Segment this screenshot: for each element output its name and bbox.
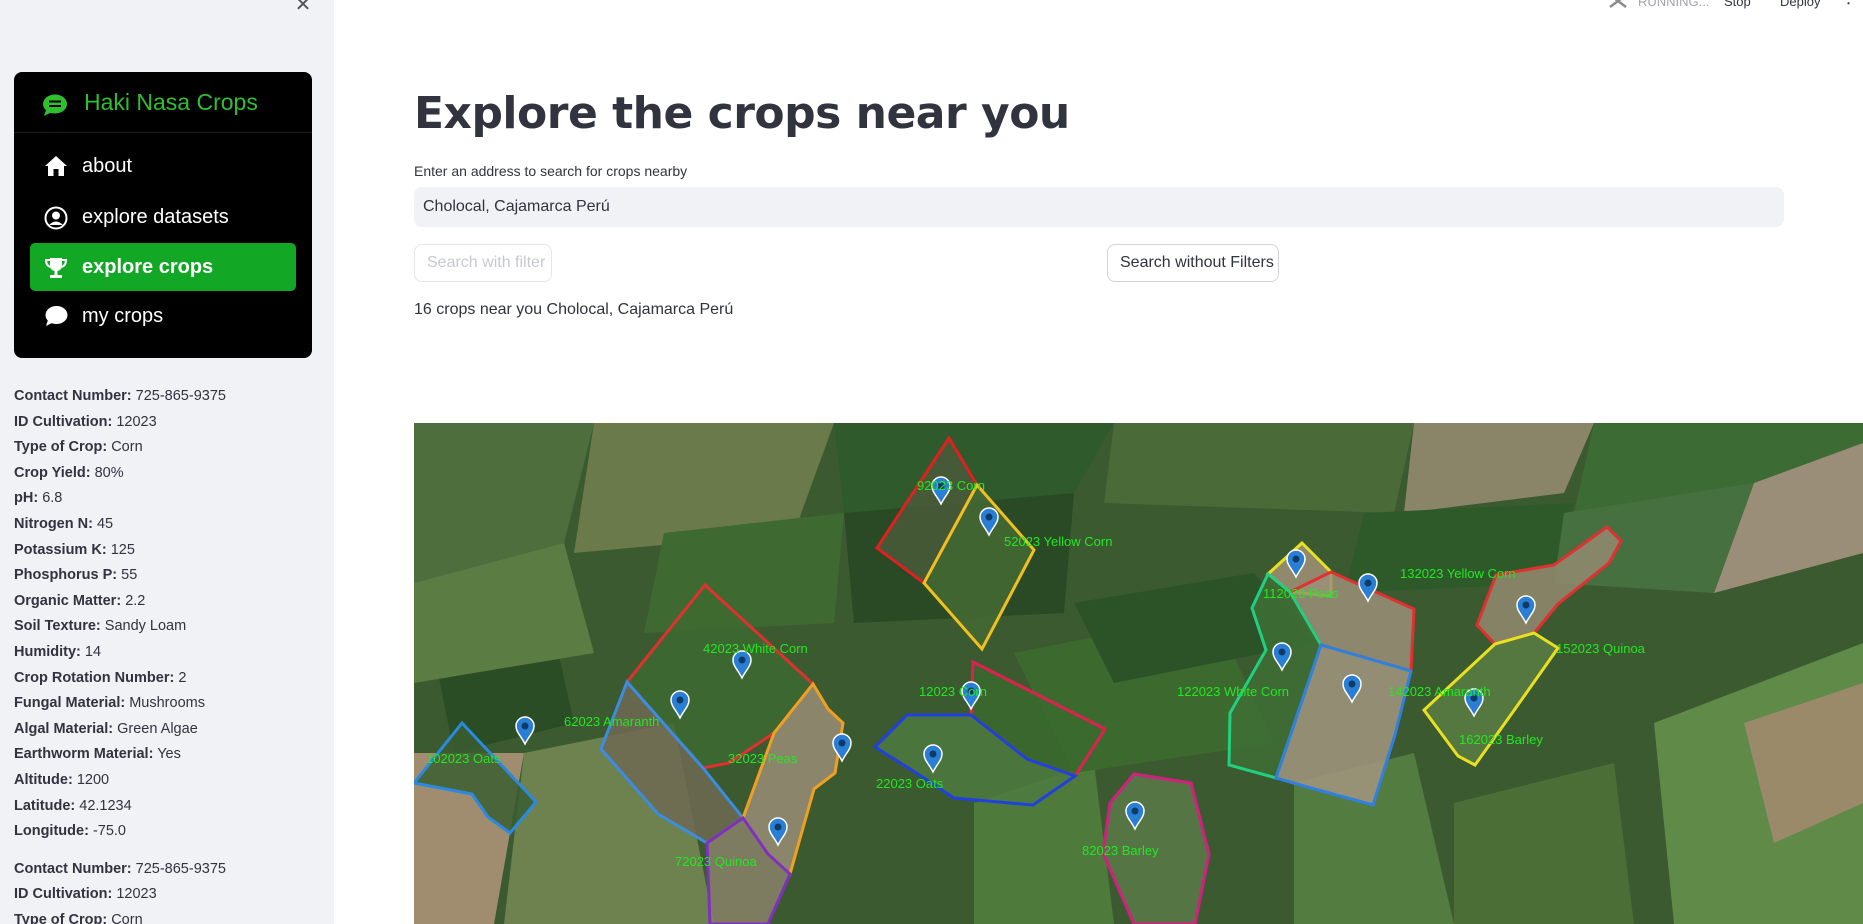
detail-ph: pH: 6.8	[14, 490, 63, 507]
map-marker-dot	[1348, 680, 1356, 688]
menu-header: Haki Nasa Crops	[14, 72, 312, 133]
results-count: 16 crops near you Cholocal, Cajamarca Pe…	[414, 301, 734, 318]
plot-label: 12023 Corn	[919, 684, 987, 699]
crop-details: Contact Number: 725-865-9375 ID Cultivat…	[14, 384, 314, 924]
chat-dots-icon	[42, 94, 68, 120]
address-input[interactable]	[414, 187, 1784, 227]
plot-label: 162023 Barley	[1459, 732, 1543, 747]
plot-label: 142023 Amaranth	[1388, 684, 1491, 699]
plot-label: 22023 Oats	[876, 776, 944, 791]
plot-label: 32023 Peas	[728, 751, 798, 766]
detail-contact-number: Contact Number: 725-865-9375	[14, 388, 226, 404]
map-marker-dot	[1292, 555, 1300, 563]
detail-latitude: Latitude: 42.1234	[14, 797, 132, 814]
detail-id-cultivation: ID Cultivation: 12023	[14, 413, 157, 430]
plot-label: 72023 Quinoa	[675, 854, 757, 869]
chat-icon	[44, 305, 68, 331]
map-marker-dot	[929, 750, 937, 758]
detail-nitrogen: Nitrogen N: 45	[14, 515, 114, 532]
plot-label: 132023 Yellow Corn	[1400, 566, 1516, 581]
sidebar-item-label: explore datasets	[82, 206, 229, 228]
map-marker-dot	[676, 696, 684, 704]
more-vertical-icon[interactable]: ⋮	[1842, 0, 1855, 7]
crop-map[interactable]: 92023 Corn 52023 Yellow Corn 42023 White C…	[414, 423, 1863, 924]
map-marker-dot	[1131, 807, 1139, 815]
satellite-map[interactable]: 92023 Corn 52023 Yellow Corn 42023 White C…	[414, 423, 1863, 924]
plot-label: 62023 Amaranth	[564, 714, 659, 729]
detail-potassium: Potassium K: 125	[14, 541, 135, 558]
crop-record: Contact Number: 725-865-9375 ID Cultivat…	[14, 384, 314, 845]
sidebar: ✕ Haki Nasa Crops about explore datasets…	[0, 0, 334, 924]
running-status: RUNNING...	[1638, 0, 1710, 9]
house-icon	[44, 155, 68, 181]
map-marker-dot	[738, 656, 746, 664]
plot-label: 122023 White Corn	[1177, 684, 1289, 699]
sidebar-item-my-crops[interactable]: my crops	[30, 292, 296, 340]
page-title: Explore the crops near you	[414, 88, 1070, 139]
detail-organic-matter: Organic Matter: 2.2	[14, 592, 146, 609]
detail-soil-texture: Soil Texture: Sandy Loam	[14, 618, 187, 635]
detail-humidity: Humidity: 14	[14, 643, 102, 660]
menu-title: Haki Nasa Crops	[84, 89, 258, 115]
sidebar-item-explore-crops[interactable]: explore crops	[30, 243, 296, 291]
search-without-filters-button[interactable]: Search without Filters	[1107, 244, 1279, 282]
sidebar-item-label: about	[82, 155, 133, 177]
map-marker-dot	[1278, 648, 1286, 656]
stop-button[interactable]: Stop	[1724, 0, 1751, 9]
map-marker-dot	[838, 739, 846, 747]
sidebar-item-explore-datasets[interactable]: explore datasets	[30, 193, 296, 241]
map-marker-dot	[1364, 579, 1372, 587]
detail-crop-yield: Crop Yield: 80%	[14, 464, 124, 481]
address-input-label: Enter an address to search for crops nea…	[414, 163, 688, 179]
plot-label: 112023 Peas	[1263, 586, 1339, 601]
map-marker-dot	[1522, 601, 1530, 609]
map-marker-dot	[774, 823, 782, 831]
deploy-button[interactable]: Deploy	[1780, 0, 1820, 9]
trophy-icon	[44, 256, 68, 284]
search-with-filter-button[interactable]: Search with filter	[414, 244, 552, 282]
person-circle-icon	[44, 206, 68, 234]
detail-phosphorus: Phosphorus P: 55	[14, 567, 138, 584]
detail-contact-number: Contact Number: 725-865-9375	[14, 860, 226, 877]
nav-menu: Haki Nasa Crops about explore datasets e…	[14, 72, 312, 358]
detail-fungal-material: Fungal Material: Mushrooms	[14, 695, 205, 712]
plot-label: 152023 Quinoa	[1556, 641, 1646, 656]
running-icon	[1608, 0, 1628, 12]
sidebar-item-label: explore crops	[82, 256, 214, 278]
detail-type-of-crop: Type of Crop: Corn	[14, 439, 143, 456]
detail-algal-material: Algal Material: Green Algae	[14, 720, 198, 737]
detail-crop-rotation: Crop Rotation Number: 2	[14, 669, 187, 686]
sidebar-item-about[interactable]: about	[30, 142, 296, 190]
detail-type-of-crop: Type of Crop: Corn	[14, 911, 143, 924]
detail-earthworm-material: Earthworm Material: Yes	[14, 746, 181, 763]
crop-record: Contact Number: 725-865-9375 ID Cultivat…	[14, 857, 314, 924]
plot-label: 102023 Oats	[426, 751, 501, 766]
plot-label: 82023 Barley	[1082, 843, 1159, 858]
plot-label: 92023 Corn	[917, 478, 985, 493]
plot-label: 42023 White Corn	[703, 641, 808, 656]
map-marker-dot	[521, 722, 529, 730]
detail-longitude: Longitude: -75.0	[14, 823, 126, 840]
detail-altitude: Altitude: 1200	[14, 771, 110, 788]
plot-label: 52023 Yellow Corn	[1004, 534, 1112, 549]
close-icon[interactable]: ✕	[293, 0, 313, 14]
map-marker-dot	[985, 513, 993, 521]
detail-id-cultivation: ID Cultivation: 12023	[14, 886, 157, 903]
sidebar-item-label: my crops	[82, 305, 164, 327]
